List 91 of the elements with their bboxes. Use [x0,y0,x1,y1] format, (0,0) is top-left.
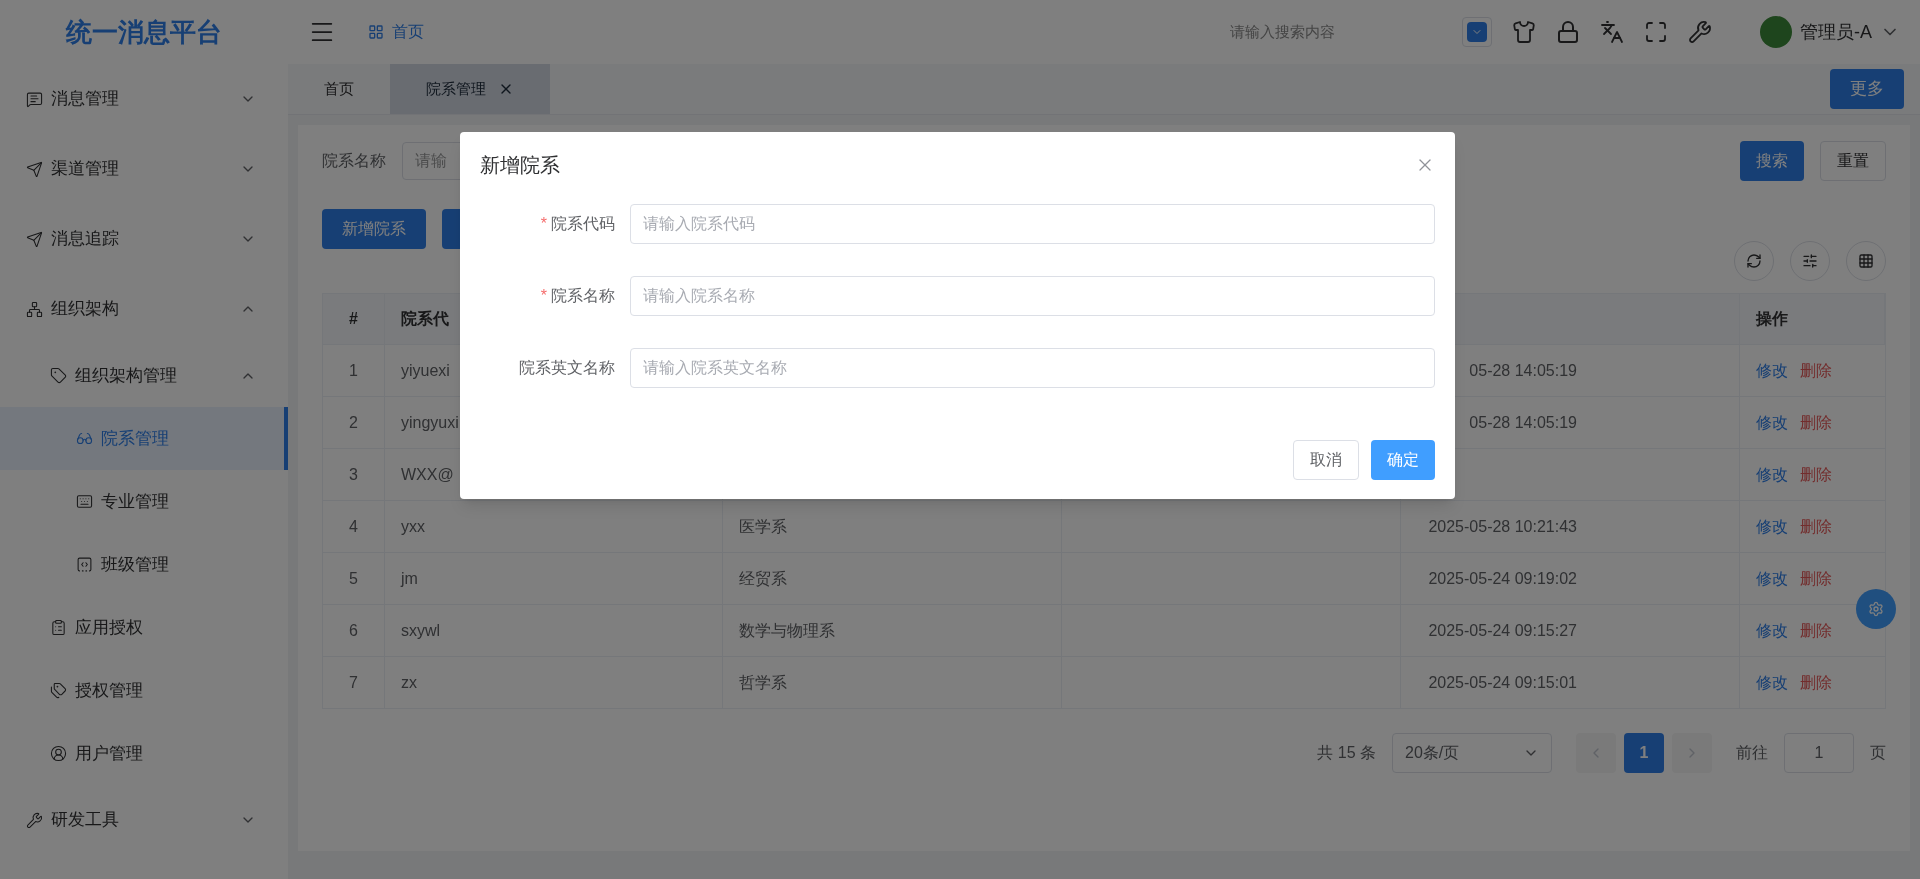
breadcrumb-link[interactable]: 首页 [392,20,424,44]
reset-button[interactable]: 重置 [1820,141,1886,181]
goto-label: 前往 [1736,743,1768,763]
sidebar-item[interactable]: 班级管理 [0,533,288,596]
lock-icon[interactable] [1556,20,1580,44]
table-cell-text: yiyuexi [401,360,450,381]
sidebar-item[interactable]: 专业管理 [0,470,288,533]
table-cell-text: 5 [349,568,358,589]
table-cell-text: yxx [401,516,425,537]
table-cell-text: WXX@ [401,464,454,485]
gear-icon [1868,601,1884,617]
sidebar-item[interactable]: 组织架构管理 [0,344,288,407]
sidebar-item[interactable]: 应用授权 [0,596,288,659]
page-button[interactable]: 1 [1624,733,1664,773]
table-cell-text: 7 [349,672,358,693]
column-header: 院系代 [401,309,449,329]
edit-link[interactable]: 修改 [1756,566,1788,591]
app-logo-text: 统一消息平台 [66,15,222,49]
shirt-icon[interactable] [1512,20,1536,44]
table-cell-text: 1 [349,360,358,381]
text-field[interactable]: 请输入院系代码 [630,204,1435,244]
delete-link[interactable]: 删除 [1800,462,1832,487]
sidebar-item[interactable]: 渠道管理 [0,134,288,204]
table-cell-text: yingyuxi [401,412,459,433]
edit-link[interactable]: 修改 [1756,514,1788,539]
edit-link[interactable]: 修改 [1756,670,1788,695]
avatar[interactable] [1760,16,1792,48]
edit-link[interactable]: 修改 [1756,618,1788,643]
table-cell-text: 2025-05-24 09:15:27 [1428,620,1577,641]
text-field[interactable]: 请输入院系名称 [630,276,1435,316]
grid-icon [1858,253,1874,269]
total-count: 共 15 条 [1317,743,1376,763]
sidebar-item[interactable]: 消息管理 [0,64,288,134]
confirm-button[interactable]: 确定 [1371,440,1435,480]
grid-icon [368,24,384,40]
goto-page-field[interactable]: 1 [1784,733,1854,773]
table-cell-text: 2025-05-24 09:15:01 [1428,672,1577,693]
table-cell-text: 2 [349,412,358,433]
table-cell-text: 经贸系 [739,568,787,589]
required-mark: * [540,286,547,306]
text-field[interactable]: 请输入院系英文名称 [630,348,1435,388]
edit-link[interactable]: 修改 [1756,410,1788,435]
table-cell-text: 05-28 14:05:19 [1469,412,1577,433]
filter-label: 院系名称 [322,151,386,171]
search-button[interactable]: 搜索 [1740,141,1804,181]
edit-link[interactable]: 修改 [1756,462,1788,487]
sidebar-item[interactable]: 授权管理 [0,659,288,722]
field-label: 院系名称 [551,286,615,306]
required-mark: * [540,214,547,234]
sliders-icon [1802,253,1818,269]
table-cell-text: 2025-05-28 10:21:43 [1428,516,1577,537]
theme-color-picker[interactable] [1462,17,1492,47]
fullscreen-icon[interactable] [1644,20,1668,44]
table-cell-text: 数学与物理系 [739,620,835,641]
table-cell-text: 4 [349,516,358,537]
table-cell-text: 哲学系 [739,672,787,693]
table-cell-text: 6 [349,620,358,641]
sidebar-item[interactable]: 组织架构 [0,274,288,344]
page-suffix: 页 [1870,743,1886,763]
add-department-button[interactable]: 新增院系 [322,209,426,249]
table-cell-text: zx [401,672,417,693]
edit-link[interactable]: 修改 [1756,358,1788,383]
refresh-icon [1746,253,1762,269]
column-header: # [349,309,358,329]
sidebar-item[interactable]: 研发工具 [0,785,288,855]
sidebar-item[interactable]: 院系管理 [0,407,288,470]
page-size-select[interactable]: 20条/页 [1392,733,1552,773]
sidebar-item[interactable]: 消息追踪 [0,204,288,274]
dialog-title: 新增院系 [480,153,560,178]
translate-icon[interactable] [1600,20,1624,44]
table-cell-text: 2025-05-24 09:19:02 [1428,568,1577,589]
delete-link[interactable]: 删除 [1800,618,1832,643]
delete-link[interactable]: 删除 [1800,670,1832,695]
tab[interactable]: 院系管理 [390,64,550,114]
cancel-button[interactable]: 取消 [1293,440,1359,480]
table-cell-text: sxywl [401,620,441,641]
field-label: 院系代码 [551,214,615,234]
delete-link[interactable]: 删除 [1800,410,1832,435]
delete-link[interactable]: 删除 [1800,566,1832,591]
delete-link[interactable]: 删除 [1800,358,1832,383]
user-name[interactable]: 管理员-A [1800,18,1872,46]
table-cell-text: 医学系 [739,516,787,537]
column-header: 操作 [1756,309,1788,329]
sidebar-item[interactable]: 用户管理 [0,722,288,785]
table-cell-text: jm [401,568,418,589]
more-button[interactable]: 更多 [1830,69,1904,109]
wrench-icon[interactable] [1688,20,1712,44]
delete-link[interactable]: 删除 [1800,514,1832,539]
table-cell-text: 3 [349,464,358,485]
field-label: 院系英文名称 [519,358,615,378]
table-cell-text: 05-28 14:05:19 [1469,360,1577,381]
